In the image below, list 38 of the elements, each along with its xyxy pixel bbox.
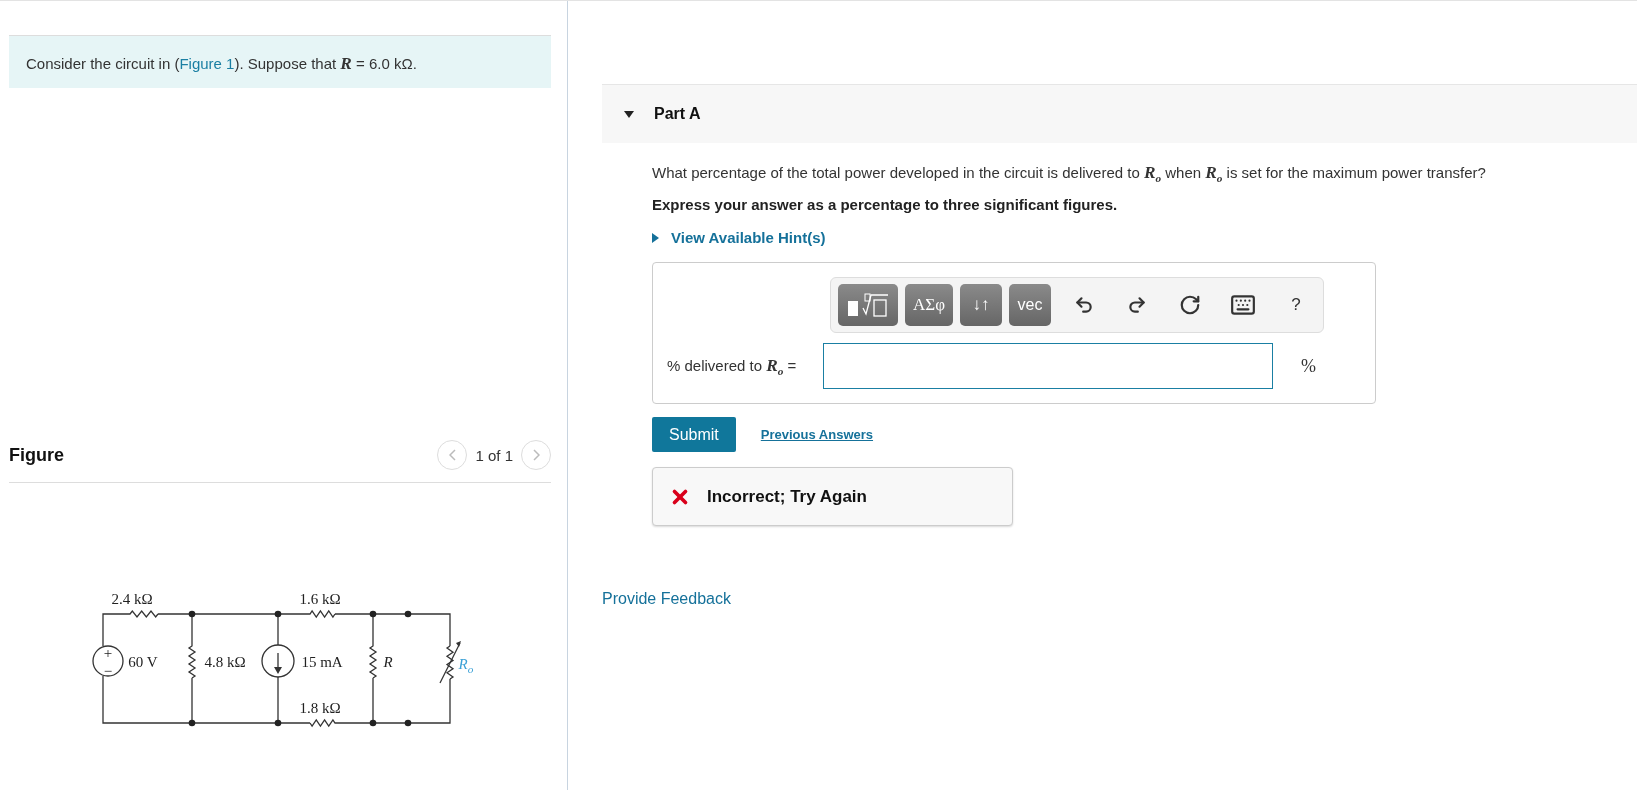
feedback-text: Incorrect; Try Again	[707, 486, 867, 507]
circuit-label: 1.8 kΩ	[299, 699, 341, 717]
circuit-label: R	[383, 653, 393, 671]
help-button[interactable]: ?	[1276, 284, 1316, 326]
question-text: What percentage of the total power developed in the circuit is delivered to R$_{o}$ when R$_{o}$ is set for the maximum power transfer?	[652, 163, 1487, 184]
toolbar-button[interactable]: ↓↑	[960, 284, 1002, 326]
toolbar-button[interactable]: vec	[1009, 284, 1051, 326]
figure-link[interactable]: Figure 1	[179, 55, 235, 72]
circuit-label: −	[103, 662, 113, 680]
circuit-label: R$_{o}$	[458, 655, 474, 675]
instruction-text: Express your answer as a percentage to three significant figures.	[652, 196, 1119, 213]
chevron-right-icon	[532, 449, 540, 461]
toolbar-button[interactable]: ΑΣφ	[905, 284, 953, 326]
provide-feedback-link[interactable]: Provide Feedback	[602, 590, 731, 608]
undo-icon	[1074, 295, 1094, 315]
circuit-label: 60 V	[128, 653, 158, 671]
circuit-label: 2.4 kΩ	[111, 590, 153, 608]
part-header[interactable]: Part A	[602, 84, 1637, 143]
circuit-label: 15 mA	[301, 653, 343, 671]
circuit-label: 4.8 kΩ	[204, 653, 246, 671]
hint-link[interactable]: View Available Hint(s)	[652, 229, 826, 246]
answer-field[interactable]	[823, 343, 1273, 389]
unit-label: %	[1301, 355, 1316, 377]
submit-button[interactable]: Submit	[652, 417, 736, 452]
circuit-label: +	[103, 644, 113, 662]
template-icon	[846, 292, 890, 318]
previous-answers-link[interactable]: Previous Answers	[760, 427, 874, 442]
keyboard-icon	[1230, 292, 1256, 318]
problem-statement: Consider the circuit in (Figure 1). Suppose that R = 6.0 kΩ.	[9, 35, 551, 88]
answer-label: % delivered to R$_{o}$ =	[667, 355, 798, 377]
circuit-label: 1.6 kΩ	[299, 590, 341, 608]
redo-icon	[1127, 295, 1147, 315]
figure-title: Figure	[9, 444, 64, 466]
page-counter: 1 of 1	[475, 446, 513, 464]
reset-icon	[1179, 294, 1201, 316]
chevron-left-icon	[448, 449, 456, 461]
template-button[interactable]	[838, 284, 898, 326]
part-title: Part A	[654, 105, 701, 123]
